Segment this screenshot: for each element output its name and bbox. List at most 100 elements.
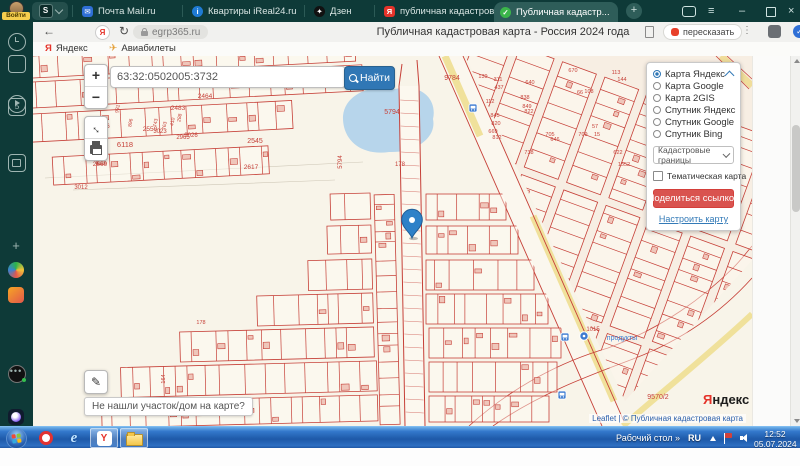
clock-time: 12:52 <box>754 429 796 439</box>
app-parrot-icon[interactable] <box>8 262 24 278</box>
check-icon: ✓ <box>500 7 511 18</box>
action-center[interactable] <box>724 427 733 449</box>
opera-icon <box>39 431 53 445</box>
bookmark-yandex[interactable]: Я Яндекс <box>45 43 88 54</box>
back-button[interactable]: ← <box>43 24 55 38</box>
tab-dzen[interactable]: ✦ Дзен <box>308 0 382 22</box>
taskbar-ie[interactable]: e <box>60 428 88 448</box>
screenshot-icon[interactable] <box>8 154 26 172</box>
page-scrollbar[interactable] <box>790 56 800 426</box>
bookmark-icon[interactable] <box>645 26 654 38</box>
tab-cadastral-active[interactable]: ✓ Публичная кадастр... × <box>494 2 618 22</box>
scrollbar-thumb[interactable] <box>792 125 800 212</box>
search-button[interactable]: Найти <box>344 66 395 90</box>
parcel-label: 2464 <box>198 93 213 100</box>
parcel-label: 5794 <box>338 155 344 169</box>
new-tab-button[interactable]: + <box>626 3 642 19</box>
chevron-down-icon <box>54 6 62 14</box>
lock-icon <box>141 31 148 36</box>
fullscreen-button[interactable]: ↔ <box>85 117 107 138</box>
taskbar-opera[interactable] <box>32 428 60 448</box>
parcel-label: 640 <box>525 80 534 86</box>
print-button[interactable] <box>85 138 107 160</box>
tab-ireal[interactable]: i Квартиры iReal24.ru <box>186 0 310 22</box>
yandex-icon: Я <box>384 6 395 17</box>
close-button[interactable]: × <box>788 4 794 18</box>
alice-assistant-icon[interactable] <box>8 409 24 425</box>
zoom-in-button[interactable]: + <box>85 65 107 86</box>
browser-tab-bar: Войти S ✉ Почта Mail.ru i Квартиры iReal… <box>0 0 800 22</box>
taskbar-yandex-browser[interactable]: Y <box>90 428 118 448</box>
bookmark-avia[interactable]: ✈ Авиабилеты <box>109 43 176 54</box>
app-orange-icon[interactable] <box>8 287 24 303</box>
checkbox-label: Тематическая карта <box>667 171 746 181</box>
layer-label: Спутник Яндекс <box>665 105 735 116</box>
ie-icon: e <box>71 430 78 447</box>
share-link-button[interactable]: Поделиться ссылкой <box>653 189 734 208</box>
parcel-label: 822 <box>524 109 533 115</box>
tray-expand[interactable] <box>710 427 716 449</box>
tab-separator <box>72 5 73 17</box>
customize-map-link[interactable]: Настроить карту <box>653 214 734 224</box>
printer-icon <box>90 145 102 154</box>
windows-taskbar: e Y Рабочий стол » RU 12:52 05.07.2024 <box>0 426 800 449</box>
overflow-menu-icon[interactable]: ⋮ <box>742 25 752 36</box>
tab-cadastral-1[interactable]: Я публичная кадастровая <box>378 0 500 22</box>
menu-icon[interactable]: ≡ <box>708 4 714 18</box>
signin-badge[interactable]: Войти <box>2 12 30 20</box>
more-icon[interactable]: ••• <box>8 366 24 382</box>
volume[interactable] <box>740 427 750 449</box>
minimize-button[interactable]: – <box>739 4 745 18</box>
pinned-tab[interactable]: S <box>32 2 68 20</box>
layer-label: Карта 2GIS <box>665 93 715 104</box>
parcel-label: 112 <box>486 99 495 105</box>
history-icon[interactable] <box>8 33 26 51</box>
select-value: Кадастровые границы <box>658 145 724 165</box>
retell-button[interactable]: пересказать <box>663 24 742 40</box>
tab-mail[interactable]: ✉ Почта Mail.ru <box>76 0 188 22</box>
url-field[interactable]: egrp365.ru <box>133 25 208 39</box>
restore-button[interactable] <box>766 7 776 17</box>
thematic-checkbox[interactable] <box>653 171 663 181</box>
start-button[interactable] <box>6 428 27 449</box>
layer-option-yandex-map[interactable]: Карта Яндекс <box>653 68 734 80</box>
scroll-up-icon[interactable] <box>794 59 800 63</box>
pinned-tab-icon: S <box>39 4 53 18</box>
refresh-button[interactable]: ↻ <box>119 24 129 38</box>
zoom-out-button[interactable]: − <box>85 86 107 108</box>
antivirus-check-icon[interactable]: ✓ <box>793 25 800 38</box>
parcel-label: 845 <box>490 113 499 119</box>
extension-icon[interactable] <box>768 25 781 38</box>
draw-pencil-button[interactable]: ✎ <box>84 370 108 394</box>
layers-panel: Карта Яндекс Карта Google Карта 2GIS Спу… <box>646 62 741 231</box>
not-found-tooltip[interactable]: Не нашли участок/дом на карте? <box>84 397 253 416</box>
boundaries-select[interactable]: Кадастровые границы <box>653 146 734 164</box>
tabs-panel-icon[interactable] <box>8 55 26 73</box>
desktop-peek-label[interactable]: Рабочий стол » <box>616 427 680 449</box>
layer-option-bing-sat[interactable]: Спутник Bing <box>653 128 734 140</box>
radio-icon <box>653 130 661 138</box>
map-attribution[interactable]: Leaflet | © Публичная кадастровая карта <box>589 414 746 423</box>
chat-icon[interactable] <box>682 6 696 17</box>
yandex-services-icon[interactable]: Я <box>95 25 110 40</box>
layer-option-google-map[interactable]: Карта Google <box>653 80 734 92</box>
thematic-map-row[interactable]: Тематическая карта <box>653 171 734 181</box>
add-widget-icon[interactable]: + <box>8 238 24 254</box>
layer-option-2gis-map[interactable]: Карта 2GIS <box>653 92 734 104</box>
folder-icon <box>126 434 143 446</box>
search-button-label: Найти <box>360 72 390 84</box>
taskbar-explorer[interactable] <box>120 428 148 448</box>
tab-separator <box>182 5 183 17</box>
layer-label: Карта Google <box>665 81 724 92</box>
parcel-label: 57 <box>592 124 598 130</box>
scroll-down-icon[interactable] <box>794 419 800 423</box>
search-input[interactable] <box>110 66 346 88</box>
layer-option-yandex-sat[interactable]: Спутник Яндекс <box>653 104 734 116</box>
tab-label: Почта Mail.ru <box>98 6 156 17</box>
parcel-label: 670 <box>568 68 577 74</box>
language-indicator[interactable]: RU <box>688 427 701 449</box>
parcel-label: 311 <box>494 77 503 83</box>
cadastral-map-canvas[interactable]: 9784579457942401246424832550611829653016… <box>33 56 752 426</box>
collections-icon[interactable]: 5 <box>8 98 26 116</box>
layer-option-google-sat[interactable]: Спутник Google <box>653 116 734 128</box>
